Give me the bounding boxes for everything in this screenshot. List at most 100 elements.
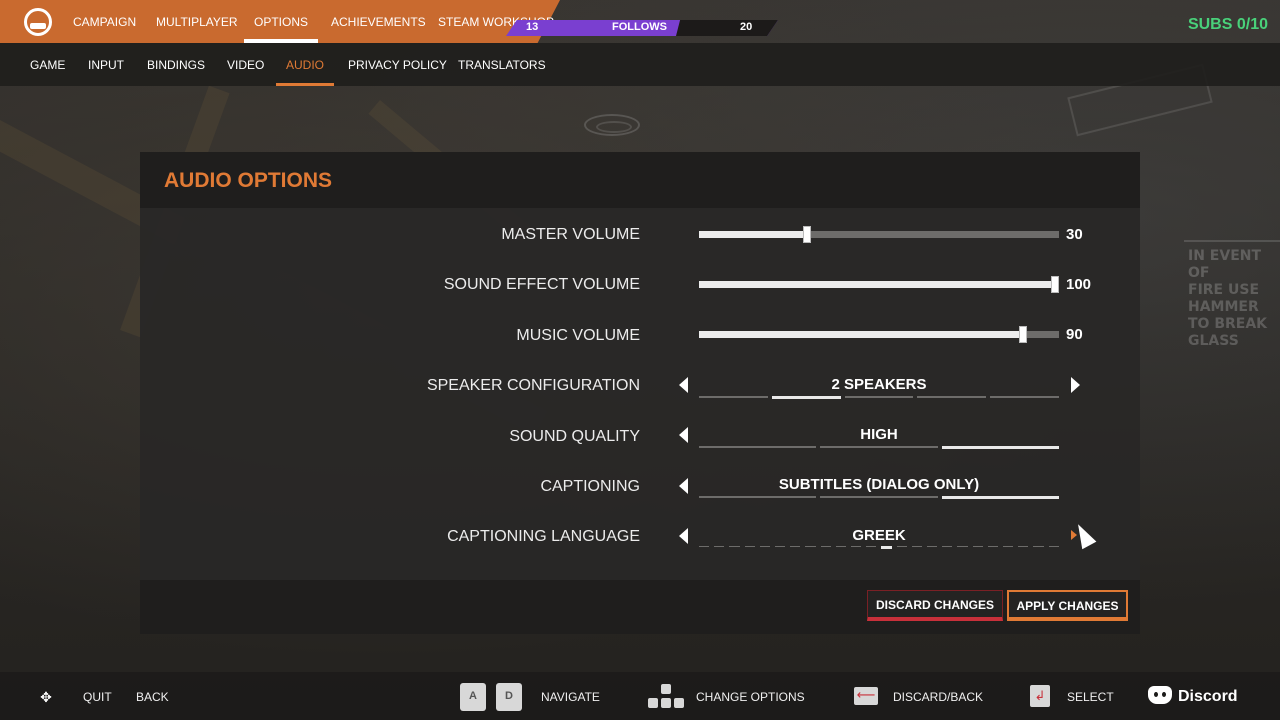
follows-label: FOLLOWS <box>612 21 667 33</box>
option-segment <box>790 546 801 547</box>
slider-fill <box>699 231 807 238</box>
follows-count-left: 13 <box>526 21 539 33</box>
discord-link[interactable]: Discord <box>1148 686 1238 706</box>
discard-changes-button[interactable]: DISCARD CHANGES <box>867 590 1003 621</box>
option-segment <box>835 546 847 547</box>
speaker-configuration-prev-arrow-icon[interactable] <box>679 377 688 393</box>
option-segment <box>942 546 953 547</box>
slider-thumb[interactable] <box>1019 326 1027 343</box>
option-segment <box>990 396 1059 398</box>
subtab-audio[interactable]: AUDIO <box>275 43 335 86</box>
master-volume-label: MASTER VOLUME <box>501 226 640 243</box>
option-segment <box>844 396 914 398</box>
subs-counter: SUBS 0/10 <box>1187 16 1268 33</box>
option-segment <box>1048 546 1059 547</box>
tab-multiplayer[interactable]: MULTIPLAYER <box>156 0 238 43</box>
option-segment <box>1033 546 1044 547</box>
option-segment <box>927 546 938 547</box>
option-segment <box>896 546 907 547</box>
option-segment <box>714 546 725 547</box>
sound-effect-volume-slider[interactable] <box>699 276 1059 293</box>
audio-options-panel: AUDIO OPTIONS <box>140 152 1140 634</box>
captioning-segments <box>699 496 1059 499</box>
follows-overlay: 13 FOLLOWS 20 <box>506 20 778 36</box>
subtab-privacy-policy[interactable]: PRIVACY POLICY <box>348 43 447 86</box>
slider-thumb[interactable] <box>803 226 811 243</box>
game-logo-icon[interactable] <box>24 8 52 36</box>
music-volume-slider[interactable] <box>699 326 1059 343</box>
option-segment <box>957 546 968 547</box>
page-title: AUDIO OPTIONS <box>164 169 333 192</box>
subtab-translators[interactable]: TRANSLATORS <box>458 43 546 86</box>
sound-quality-value: HIGH <box>860 426 898 443</box>
sound-effect-volume-value: 100 <box>1066 276 1092 293</box>
option-segment <box>917 396 987 398</box>
key-d-icon: D <box>496 683 522 711</box>
option-segment-selected <box>941 496 1059 499</box>
sound-quality-prev-arrow-icon[interactable] <box>679 427 688 443</box>
tab-options[interactable]: OPTIONS <box>243 0 319 43</box>
speaker-configuration-next-arrow-icon[interactable] <box>1071 377 1080 393</box>
subtab-video[interactable]: VIDEO <box>227 43 264 86</box>
slider-thumb[interactable] <box>1051 276 1059 293</box>
captioning-value: SUBTITLES (DIALOG ONLY) <box>778 476 980 493</box>
captioning-language-value: GREEK <box>852 527 906 544</box>
sound-effect-volume-label: SOUND EFFECT VOLUME <box>443 276 640 293</box>
discard-back-hint[interactable]: DISCARD/BACK <box>893 690 983 704</box>
captioning-language-prev-arrow-icon[interactable] <box>679 528 688 544</box>
option-segment-selected <box>771 396 841 399</box>
subtab-input[interactable]: INPUT <box>88 43 124 86</box>
music-volume-label: MUSIC VOLUME <box>516 327 640 344</box>
navigate-hint: NAVIGATE <box>541 690 600 704</box>
option-segment <box>911 546 923 547</box>
ceiling-vent <box>584 114 640 136</box>
speaker-configuration-segments <box>699 396 1059 399</box>
follows-overlay-dark <box>676 20 778 36</box>
option-segment-selected <box>941 446 1059 449</box>
back-hint[interactable]: BACK <box>136 690 169 704</box>
captioning-language-label: CAPTIONING LANGUAGE <box>447 528 640 545</box>
option-segment <box>699 496 817 498</box>
captioning-language-segments <box>699 546 1059 549</box>
option-segment <box>987 546 999 547</box>
wall-sign-text: IN EVENT OF FIRE USE HAMMER TO BREAK GLASS <box>1184 240 1280 360</box>
apply-changes-button[interactable]: APPLY CHANGES <box>1007 590 1128 621</box>
slider-fill <box>699 331 1023 338</box>
sound-quality-segments <box>699 446 1059 449</box>
option-segment <box>699 396 768 398</box>
captioning-label: CAPTIONING <box>540 478 640 495</box>
option-segment <box>820 496 938 498</box>
option-segment <box>851 546 862 547</box>
option-segment <box>1018 546 1029 547</box>
music-volume-value: 90 <box>1066 326 1083 343</box>
subtab-bindings[interactable]: BINDINGS <box>147 43 205 86</box>
sound-quality-label: SOUND QUALITY <box>509 428 640 445</box>
enter-key-icon: ↲ <box>1030 685 1050 707</box>
arrow-key-left <box>648 698 658 708</box>
option-segment <box>972 546 983 547</box>
arrow-key-right <box>674 698 684 708</box>
master-volume-slider[interactable] <box>699 226 1059 243</box>
option-segment <box>775 546 786 547</box>
arrow-keys-icon <box>648 684 684 710</box>
master-volume-value: 30 <box>1066 226 1083 243</box>
arrow-key-up <box>661 684 671 694</box>
option-segment <box>699 446 817 448</box>
discord-label: Discord <box>1178 688 1238 705</box>
subtab-game[interactable]: GAME <box>30 43 65 86</box>
dpad-icon: ✥ <box>40 689 52 705</box>
quit-hint[interactable]: QUIT <box>83 690 112 704</box>
select-hint: SELECT <box>1067 690 1114 704</box>
backspace-key-icon: ⟵ <box>854 687 878 705</box>
option-segment <box>866 546 877 547</box>
key-a-icon: A <box>460 683 486 711</box>
change-options-hint: CHANGE OPTIONS <box>696 690 805 704</box>
tab-achievements[interactable]: ACHIEVEMENTS <box>331 0 426 43</box>
speaker-configuration-label: SPEAKER CONFIGURATION <box>426 377 640 394</box>
option-segment <box>820 446 938 448</box>
captioning-prev-arrow-icon[interactable] <box>679 478 688 494</box>
tab-campaign[interactable]: CAMPAIGN <box>73 0 136 43</box>
panel-header: AUDIO OPTIONS <box>140 152 1140 208</box>
arrow-key-down <box>661 698 671 708</box>
speaker-configuration-value: 2 SPEAKERS <box>831 376 927 393</box>
